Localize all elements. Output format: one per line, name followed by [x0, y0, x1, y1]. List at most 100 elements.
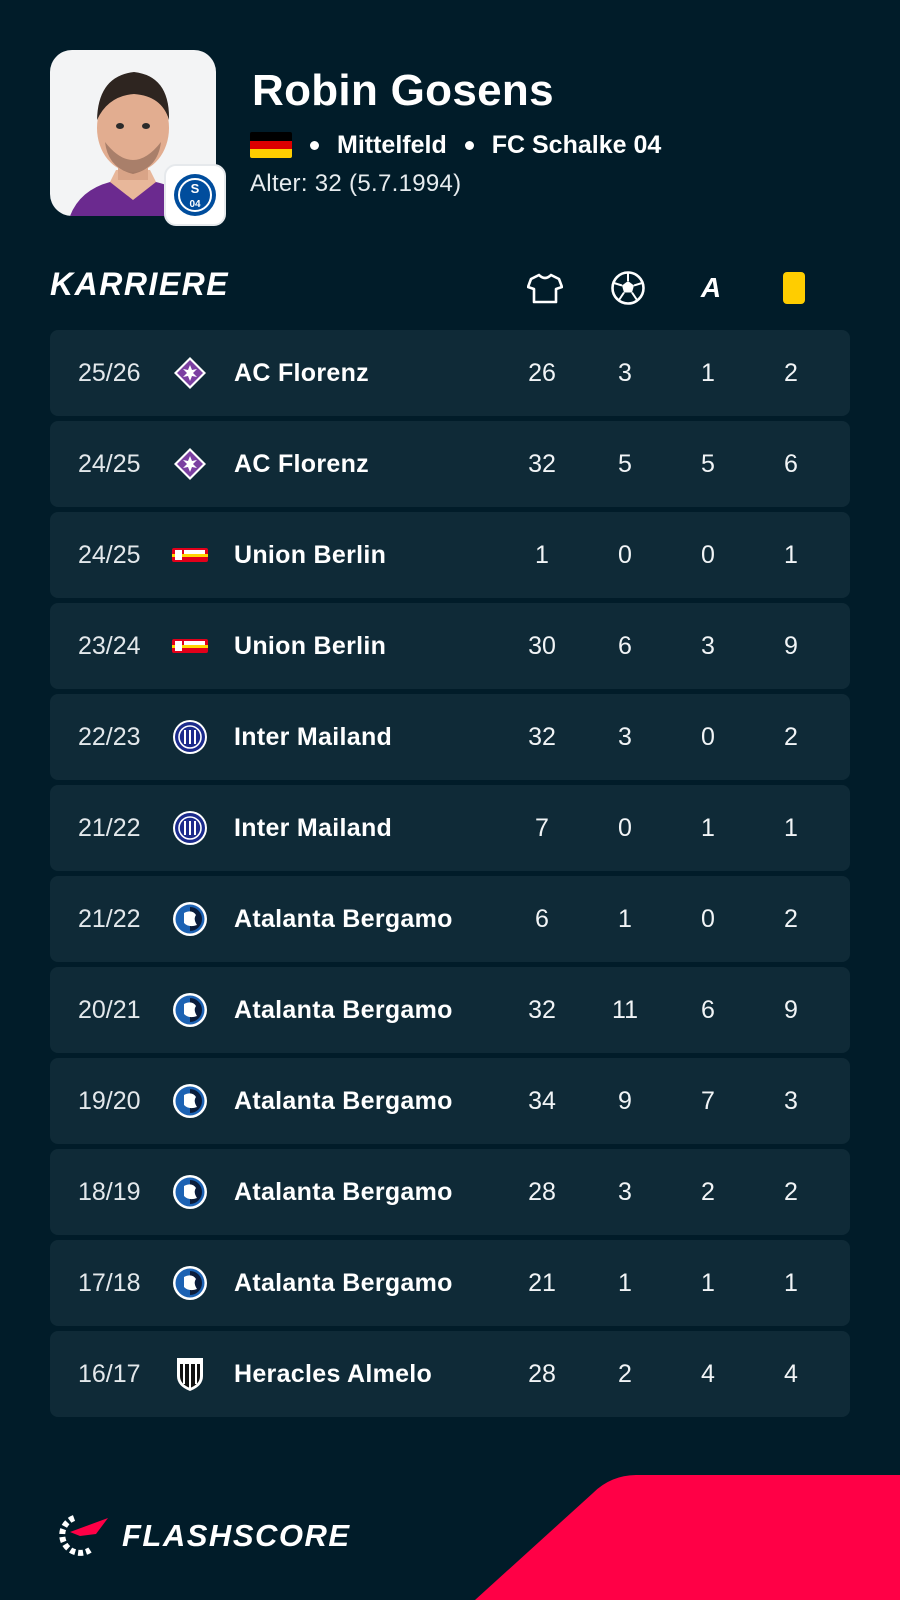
appearances: 21 [528, 1269, 556, 1297]
assists: 3 [701, 632, 715, 660]
atalanta-icon [172, 1083, 208, 1119]
assists: 2 [701, 1178, 715, 1206]
jersey-icon [525, 268, 565, 308]
separator-dot [310, 140, 319, 150]
yellow-cards: 4 [784, 1360, 798, 1388]
yellow-cards: 1 [784, 541, 798, 569]
assists: 0 [701, 723, 715, 751]
appearances: 32 [528, 450, 556, 478]
player-position: Mittelfeld [337, 130, 447, 159]
team-name: AC Florenz [234, 450, 369, 478]
schalke-icon: S 04 [174, 174, 216, 216]
atalanta-icon [172, 992, 208, 1028]
assists: 4 [701, 1360, 715, 1388]
team-name: Heracles Almelo [234, 1360, 433, 1388]
career-row: 18/19 Atalanta Bergamo 28 3 2 2 [50, 1149, 850, 1235]
inter-icon [172, 810, 208, 846]
yellow-cards: 6 [784, 450, 798, 478]
assists: 6 [701, 996, 715, 1024]
assists: 7 [701, 1087, 715, 1115]
flashscore-icon [59, 1515, 108, 1556]
appearances: 32 [528, 723, 556, 751]
brand-name: FLASHSCORE [122, 1518, 351, 1553]
atalanta-icon [172, 1265, 208, 1301]
goals: 1 [618, 1269, 632, 1297]
team-name: Inter Mailand [234, 814, 393, 842]
season: 21/22 [78, 814, 141, 842]
appearances: 32 [528, 996, 556, 1024]
svg-text:04: 04 [189, 199, 201, 210]
goals: 1 [618, 905, 632, 933]
goals: 2 [618, 1360, 632, 1388]
appearances: 26 [528, 359, 556, 387]
player-meta: Mittelfeld FC Schalke 04 [250, 130, 661, 160]
team-name: AC Florenz [234, 359, 369, 387]
season: 23/24 [78, 632, 141, 660]
team-name: Inter Mailand [234, 723, 393, 751]
assists: 1 [701, 1269, 715, 1297]
atalanta-icon [172, 901, 208, 937]
team-name: Atalanta Bergamo [234, 905, 453, 933]
career-title: KARRIERE [50, 266, 230, 302]
season: 17/18 [78, 1269, 141, 1297]
yellow-cards: 2 [784, 905, 798, 933]
career-row: 20/21 Atalanta Bergamo 32 11 6 9 [50, 967, 850, 1053]
union-berlin-icon [172, 628, 208, 664]
assists-label: A [700, 272, 722, 303]
career-table: 25/26 AC Florenz 26 3 1 2 24/25 AC Florenz 32 5 5 6… [50, 330, 850, 1422]
appearances: 1 [535, 541, 549, 569]
yellow-card-icon [774, 268, 814, 308]
season: 22/23 [78, 723, 141, 751]
career-row: 23/24 Union Berlin 30 6 3 9 [50, 603, 850, 689]
career-row: 21/22 Atalanta Bergamo 6 1 0 2 [50, 876, 850, 962]
appearances: 34 [528, 1087, 556, 1115]
yellow-cards: 9 [784, 996, 798, 1024]
goals: 0 [618, 541, 632, 569]
goals: 0 [618, 814, 632, 842]
season: 18/19 [78, 1178, 141, 1206]
goals: 6 [618, 632, 632, 660]
goals: 3 [618, 359, 632, 387]
team-name: Union Berlin [234, 632, 387, 660]
heracles-icon [172, 1356, 208, 1392]
team-name: Atalanta Bergamo [234, 1087, 453, 1115]
assists: 5 [701, 450, 715, 478]
player-club: FC Schalke 04 [491, 130, 662, 159]
svg-text:S: S [191, 181, 200, 196]
yellow-cards: 1 [784, 814, 798, 842]
career-row: 22/23 Inter Mailand 32 3 0 2 [50, 694, 850, 780]
career-row: 24/25 Union Berlin 1 0 0 1 [50, 512, 850, 598]
season: 19/20 [78, 1087, 141, 1115]
ball-icon [608, 268, 648, 308]
inter-icon [172, 719, 208, 755]
season: 21/22 [78, 905, 141, 933]
flashscore-logo: FLASHSCORE [50, 1512, 351, 1560]
yellow-cards: 9 [784, 632, 798, 660]
career-row: 17/18 Atalanta Bergamo 21 1 1 1 [50, 1240, 850, 1326]
team-name: Atalanta Bergamo [234, 1269, 453, 1297]
player-age: Alter: 32 (5.7.1994) [250, 170, 462, 197]
career-row: 16/17 Heracles Almelo 28 2 4 4 [50, 1331, 850, 1417]
player-name: Robin Gosens [252, 66, 554, 115]
assists: 1 [701, 814, 715, 842]
fiorentina-icon [172, 355, 208, 391]
atalanta-icon [172, 1174, 208, 1210]
assists: 0 [701, 541, 715, 569]
appearances: 30 [528, 632, 556, 660]
footer-accent-shape [475, 1475, 900, 1600]
union-berlin-icon [172, 537, 208, 573]
season: 24/25 [78, 450, 141, 478]
schalke-club-badge: S 04 [164, 164, 226, 226]
team-name: Union Berlin [234, 541, 387, 569]
assists-icon: A [691, 268, 731, 308]
appearances: 28 [528, 1360, 556, 1388]
yellow-cards: 2 [784, 359, 798, 387]
appearances: 28 [528, 1178, 556, 1206]
yellow-cards: 2 [784, 1178, 798, 1206]
yellow-cards: 3 [784, 1087, 798, 1115]
career-row: 24/25 AC Florenz 32 5 5 6 [50, 421, 850, 507]
goals: 3 [618, 1178, 632, 1206]
goals: 11 [612, 996, 638, 1024]
season: 24/25 [78, 541, 141, 569]
appearances: 6 [535, 905, 549, 933]
